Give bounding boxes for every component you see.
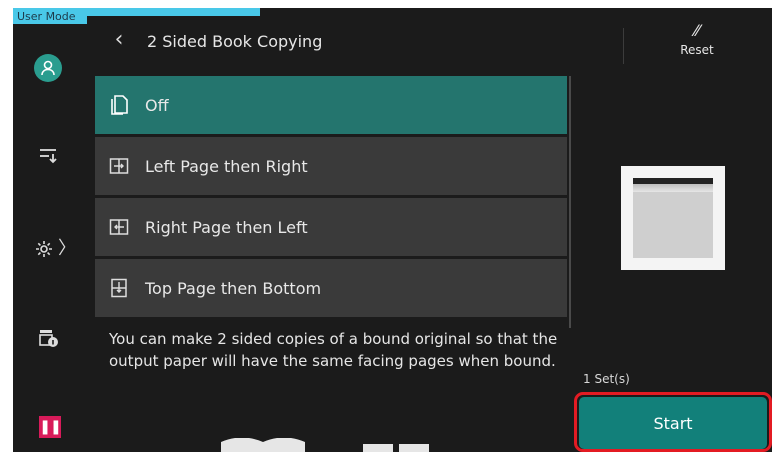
device-screen: User Mode 〉 ❚❚ ‹ 2 Sided Book Copying ⁄⁄…	[13, 8, 772, 452]
option-label: Left Page then Right	[145, 156, 308, 176]
description-text: You can make 2 sided copies of a bound o…	[109, 330, 558, 370]
book-illustration	[213, 437, 463, 452]
option-off[interactable]: Off	[95, 76, 567, 134]
reset-slashes-icon: ⁄⁄	[694, 21, 700, 40]
right-left-pages-icon	[109, 217, 129, 237]
left-right-pages-icon	[109, 156, 129, 176]
reset-label: Reset	[680, 43, 714, 57]
top-bottom-pages-icon	[109, 278, 129, 298]
option-label: Off	[145, 95, 169, 115]
scrollbar[interactable]	[569, 76, 571, 328]
option-left-page-then-right[interactable]: Left Page then Right	[95, 137, 567, 195]
header: ‹ 2 Sided Book Copying ⁄⁄ Reset	[87, 16, 772, 68]
job-flow-icon[interactable]	[35, 142, 61, 168]
device-info-icon[interactable]	[35, 324, 61, 350]
option-label: Top Page then Bottom	[145, 278, 322, 298]
header-divider	[623, 28, 624, 64]
settings-gear-icon[interactable]: 〉	[33, 236, 77, 262]
chevron-right-icon: 〉	[58, 238, 76, 259]
preview-page	[633, 192, 713, 258]
option-top-page-then-bottom[interactable]: Top Page then Bottom	[95, 259, 567, 317]
sets-count: 1 Set(s)	[583, 372, 630, 386]
user-icon[interactable]	[34, 54, 62, 82]
left-rail: 〉 ❚❚	[13, 24, 87, 452]
copy-preview	[621, 166, 725, 270]
preview-gradient	[633, 184, 713, 192]
start-highlight: Start	[574, 392, 772, 452]
option-right-page-then-left[interactable]: Right Page then Left	[95, 198, 567, 256]
reset-button[interactable]: ⁄⁄ Reset	[657, 20, 737, 68]
pause-button[interactable]: ❚❚	[39, 416, 62, 438]
single-page-icon	[109, 95, 129, 115]
page-title: 2 Sided Book Copying	[147, 32, 323, 51]
back-chevron-icon[interactable]: ‹	[107, 28, 131, 52]
option-label: Right Page then Left	[145, 217, 308, 237]
start-button[interactable]: Start	[579, 397, 767, 449]
